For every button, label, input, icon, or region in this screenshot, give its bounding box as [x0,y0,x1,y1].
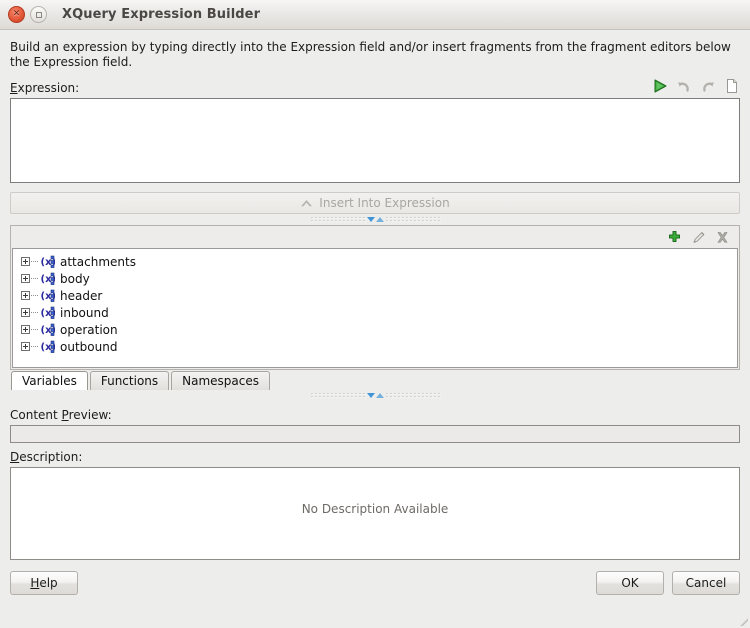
new-document-icon[interactable] [724,78,740,94]
splitter-collapse-down-icon[interactable] [366,393,375,398]
help-button-mnemonic: H [30,576,40,590]
tree-connector [31,261,39,262]
run-icon[interactable] [652,78,668,94]
tree-item-label: header [60,288,103,303]
fragment-tree[interactable]: (x) attachments (x) body (x) header (x) … [12,248,738,368]
tab-namespaces[interactable]: Namespaces [171,371,270,390]
splitter-expression[interactable] [10,214,740,225]
tree-item-label: inbound [60,305,109,320]
ok-button[interactable]: OK [596,571,664,595]
variable-icon: (x) [40,272,55,285]
splitter-dots-right [384,392,441,399]
splitter-dots-right [384,216,441,223]
variable-icon: (x) [40,340,55,353]
variable-icon: (x) [40,306,55,319]
splitter-dots-left [309,216,366,223]
tree-item-label: body [60,271,90,286]
intro-text: Build an expression by typing directly i… [10,40,731,69]
window-title: XQuery Expression Builder [62,7,261,22]
content-preview-field[interactable] [10,425,740,443]
dialog-content: Build an expression by typing directly i… [0,30,750,628]
tree-item-label: attachments [60,254,136,269]
tab-functions[interactable]: Functions [89,371,170,390]
help-button[interactable]: Help [10,571,78,595]
expression-label: Expression: [10,81,79,95]
tree-connector [31,295,39,296]
maximize-icon[interactable] [30,6,47,23]
description-label-rest: escription: [19,450,83,464]
add-icon[interactable] [667,230,682,245]
description-label-mnemonic: D [10,450,20,464]
tree-row[interactable]: (x) attachments [13,253,737,270]
dialog-footer: Help OK Cancel [10,571,740,595]
resize-grip[interactable] [735,613,748,626]
insert-into-expression-label: Insert Into Expression [319,196,450,210]
tree-connector [31,312,39,313]
tree-connector [31,329,39,330]
content-preview-label-pre: Content [10,408,62,422]
splitter-fragment[interactable] [10,390,740,401]
tree-item-label: outbound [60,339,118,354]
tree-row[interactable]: (x) outbound [13,338,737,355]
tree-row[interactable]: (x) operation [13,321,737,338]
variable-icon: (x) [40,323,55,336]
cancel-button[interactable]: Cancel [672,571,740,595]
splitter-dots-left [309,392,366,399]
fragment-panel: (x) attachments (x) body (x) header (x) … [10,225,740,370]
tree-row[interactable]: (x) body [13,270,737,287]
variable-icon: (x) [40,255,55,268]
confirm-button-group: OK Cancel [596,571,740,595]
chevron-up-icon [300,197,313,210]
expression-label-rest: xpression: [17,81,80,95]
edit-icon[interactable] [691,230,706,245]
expression-toolbar [652,78,740,95]
expression-label-mnemonic: E [10,81,18,95]
expand-icon[interactable] [21,274,30,283]
splitter-collapse-down-icon[interactable] [366,217,375,222]
content-preview-label-mnemonic: P [61,408,69,422]
splitter-collapse-up-icon[interactable] [375,217,384,222]
expand-icon[interactable] [21,291,30,300]
tree-item-label: operation [60,322,118,337]
expand-icon[interactable] [21,308,30,317]
content-preview-label-rest: review: [68,408,112,422]
expand-icon[interactable] [21,257,30,266]
tree-connector [31,278,39,279]
maximize-glyph [35,11,42,18]
undo-icon[interactable] [676,78,692,94]
description-placeholder: No Description Available [301,502,449,516]
delete-icon[interactable] [715,230,730,245]
expression-header-row: Expression: [10,79,740,95]
fragment-tabs: Variables Functions Namespaces [10,370,740,390]
insert-into-expression-button[interactable]: Insert Into Expression [10,192,740,214]
description-label: Description: [10,450,740,464]
tree-connector [31,346,39,347]
variable-icon: (x) [40,289,55,302]
redo-icon[interactable] [700,78,716,94]
tab-variables[interactable]: Variables [11,371,88,390]
close-icon[interactable]: ✕ [8,6,25,23]
splitter-collapse-up-icon[interactable] [375,393,384,398]
help-button-rest: elp [39,576,58,590]
title-bar: ✕ XQuery Expression Builder [0,0,750,30]
content-preview-label: Content Preview: [10,408,740,422]
xquery-expression-builder-dialog: ✕ XQuery Expression Builder Build an exp… [0,0,750,628]
expand-icon[interactable] [21,342,30,351]
tree-row[interactable]: (x) header [13,287,737,304]
tree-row[interactable]: (x) inbound [13,304,737,321]
expand-icon[interactable] [21,325,30,334]
expression-input[interactable] [10,98,740,183]
fragment-toolbar [11,226,739,248]
description-box: No Description Available [10,467,740,560]
